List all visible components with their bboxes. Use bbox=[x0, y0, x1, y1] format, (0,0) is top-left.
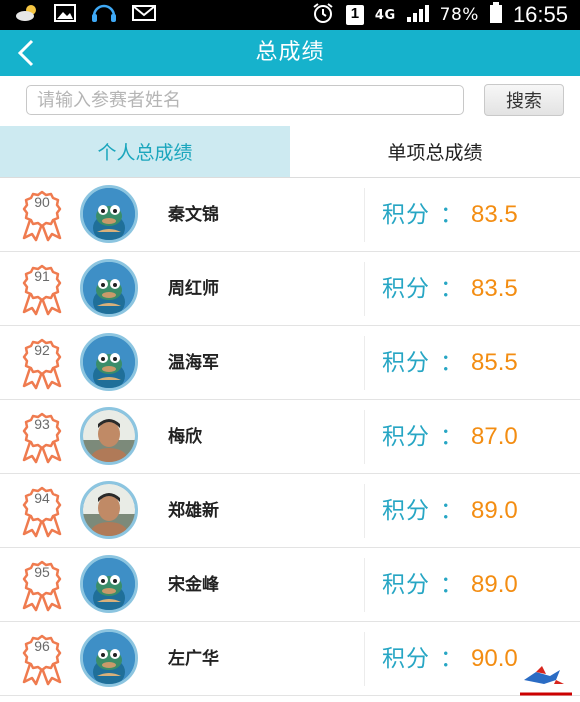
participant-name: 梅欣 bbox=[168, 427, 202, 447]
score-value: 83.5 bbox=[471, 201, 518, 228]
rank-number: 93 bbox=[34, 416, 50, 432]
list-item-90[interactable]: 90 秦文锦 积分 ： 83.5 bbox=[0, 178, 580, 252]
mascot-avatar bbox=[80, 259, 138, 317]
divider bbox=[364, 262, 365, 316]
ranking-list: 90 秦文锦 积分 ： 83.5 91 周红师 积分 ： 83.5 92 温海军 积… bbox=[0, 178, 580, 696]
score: 积分 ： 90.0 bbox=[382, 622, 518, 696]
headset-icon bbox=[90, 2, 118, 28]
participant-name: 周红师 bbox=[168, 279, 219, 299]
divider bbox=[364, 336, 365, 390]
list-item-92[interactable]: 92 温海军 积分 ： 85.5 bbox=[0, 326, 580, 400]
battery-icon bbox=[489, 2, 503, 28]
score-colon: ： bbox=[440, 646, 463, 672]
rank-medal: 90 bbox=[16, 190, 72, 242]
mascot-avatar bbox=[80, 185, 138, 243]
score-colon: ： bbox=[440, 202, 463, 228]
rank-medal: 95 bbox=[16, 560, 72, 612]
score-label: 积分 bbox=[382, 646, 430, 672]
mascot-avatar bbox=[80, 333, 138, 391]
divider bbox=[364, 632, 365, 686]
rank-number: 95 bbox=[34, 564, 50, 580]
score-label: 积分 bbox=[382, 572, 430, 598]
status-bar: 1 4G 78% 16:55 bbox=[0, 0, 580, 30]
rank-number: 94 bbox=[34, 490, 50, 506]
rank-number: 96 bbox=[34, 638, 50, 654]
photo-avatar bbox=[80, 407, 138, 465]
search-input[interactable] bbox=[26, 85, 464, 115]
sim-card-icon: 1 bbox=[345, 4, 365, 26]
score-label: 积分 bbox=[382, 276, 430, 302]
clock: 16:55 bbox=[512, 2, 568, 27]
signal-icon bbox=[406, 3, 430, 27]
list-item-96[interactable]: 96 左广华 积分 ： 90.0 bbox=[0, 622, 580, 696]
list-item-93[interactable]: 93 梅欣 积分 ： 87.0 bbox=[0, 400, 580, 474]
rank-medal: 91 bbox=[16, 264, 72, 316]
score-colon: ： bbox=[440, 350, 463, 376]
divider bbox=[364, 558, 365, 612]
score-value: 87.0 bbox=[471, 423, 518, 450]
score-value: 83.5 bbox=[471, 275, 518, 302]
mascot-avatar bbox=[80, 555, 138, 613]
rank-number: 92 bbox=[34, 342, 50, 358]
gallery-icon bbox=[54, 4, 76, 26]
score-colon: ： bbox=[440, 572, 463, 598]
watermark-logo bbox=[516, 658, 576, 698]
list-item-91[interactable]: 91 周红师 积分 ： 83.5 bbox=[0, 252, 580, 326]
rank-medal: 94 bbox=[16, 486, 72, 538]
list-item-94[interactable]: 94 郑雄新 积分 ： 89.0 bbox=[0, 474, 580, 548]
score-label: 积分 bbox=[382, 202, 430, 228]
tab-single-event-total[interactable]: 单项总成绩 bbox=[290, 126, 580, 177]
score-value: 90.0 bbox=[471, 645, 518, 672]
divider bbox=[364, 484, 365, 538]
score: 积分 ： 89.0 bbox=[382, 548, 518, 622]
photo-avatar bbox=[80, 481, 138, 539]
rank-number: 90 bbox=[34, 194, 50, 210]
search-bar: 搜索 bbox=[0, 76, 580, 126]
alarm-icon bbox=[311, 2, 335, 28]
tab-bar: 个人总成绩 单项总成绩 bbox=[0, 126, 580, 178]
participant-name: 温海军 bbox=[168, 353, 219, 373]
score: 积分 ： 87.0 bbox=[382, 400, 518, 474]
title-bar: 总成绩 bbox=[0, 30, 580, 76]
participant-name: 左广华 bbox=[168, 649, 219, 669]
search-button[interactable]: 搜索 bbox=[484, 84, 564, 116]
score: 积分 ： 83.5 bbox=[382, 252, 518, 326]
score-colon: ： bbox=[440, 498, 463, 524]
network-type: 4G bbox=[374, 7, 396, 23]
score-label: 积分 bbox=[382, 350, 430, 376]
score-colon: ： bbox=[440, 276, 463, 302]
score-colon: ： bbox=[440, 424, 463, 450]
score-value: 89.0 bbox=[471, 497, 518, 524]
score: 积分 ： 89.0 bbox=[382, 474, 518, 548]
sim-slot-label: 1 bbox=[350, 5, 360, 22]
mascot-avatar bbox=[80, 629, 138, 687]
mail-icon bbox=[132, 4, 156, 26]
participant-name: 秦文锦 bbox=[168, 205, 219, 225]
divider bbox=[364, 410, 365, 464]
rank-number: 91 bbox=[34, 268, 50, 284]
rank-medal: 92 bbox=[16, 338, 72, 390]
rank-medal: 96 bbox=[16, 634, 72, 686]
battery-percent: 78% bbox=[439, 5, 479, 25]
score-value: 89.0 bbox=[471, 571, 518, 598]
list-item-95[interactable]: 95 宋金峰 积分 ： 89.0 bbox=[0, 548, 580, 622]
rank-medal: 93 bbox=[16, 412, 72, 464]
score-label: 积分 bbox=[382, 424, 430, 450]
tab-personal-total[interactable]: 个人总成绩 bbox=[0, 126, 290, 177]
score: 积分 ： 85.5 bbox=[382, 326, 518, 400]
divider bbox=[364, 188, 365, 242]
score-label: 积分 bbox=[382, 498, 430, 524]
participant-name: 宋金峰 bbox=[168, 575, 219, 595]
score-value: 85.5 bbox=[471, 349, 518, 376]
page-title: 总成绩 bbox=[255, 40, 325, 65]
weather-icon bbox=[14, 3, 40, 27]
score: 积分 ： 83.5 bbox=[382, 178, 518, 252]
participant-name: 郑雄新 bbox=[168, 501, 219, 521]
